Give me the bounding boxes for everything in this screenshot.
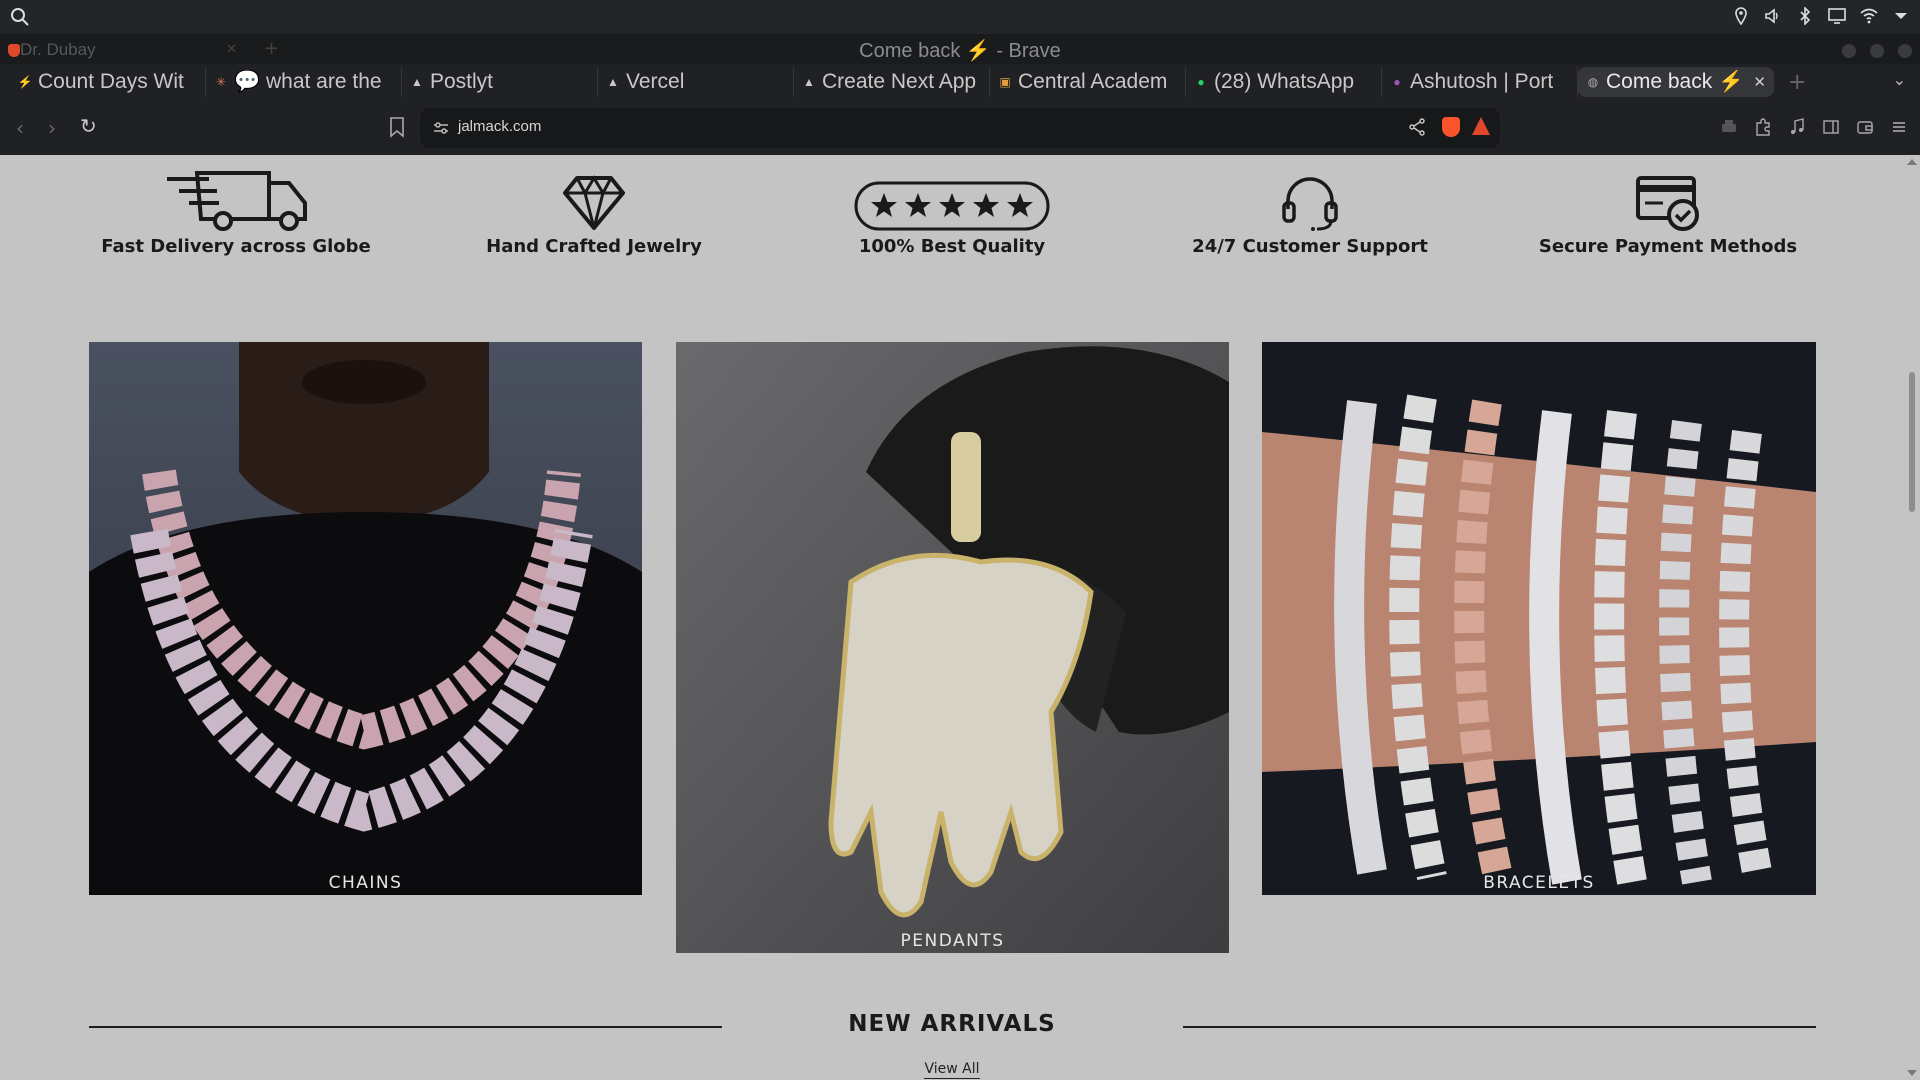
tab-create-next-app[interactable]: ▲ Create Next App bbox=[794, 67, 990, 97]
web-page: Fast Delivery across Globe Hand Crafted … bbox=[0, 155, 1904, 1080]
feature-label: 24/7 Customer Support bbox=[1192, 236, 1428, 257]
media-icon[interactable] bbox=[1788, 118, 1806, 136]
tab-label: 💬 what are the bbox=[234, 70, 382, 93]
brave-shields-icon[interactable] bbox=[1442, 117, 1460, 137]
wallet-icon[interactable] bbox=[1856, 118, 1874, 136]
address-bar[interactable]: jalmack.com bbox=[420, 108, 1500, 148]
tab-whatsapp[interactable]: ● (28) WhatsApp bbox=[1186, 67, 1382, 97]
feature-customer-support: 24/7 Customer Support bbox=[1150, 161, 1470, 257]
browser-title-bar: Dr. Dubay ✕ + Come back ⚡ - Brave bbox=[0, 34, 1920, 64]
window-controls bbox=[1842, 44, 1912, 58]
wifi-icon[interactable] bbox=[1860, 7, 1878, 25]
close-window-button[interactable] bbox=[1898, 44, 1912, 58]
diamond-icon bbox=[563, 175, 625, 230]
features-row: Fast Delivery across Globe Hand Crafted … bbox=[0, 155, 1904, 275]
count-days-icon: ⚡ bbox=[17, 75, 33, 89]
maximize-button[interactable] bbox=[1870, 44, 1884, 58]
new-arrivals-heading: NEW ARRIVALS bbox=[848, 1011, 1056, 1037]
os-top-bar bbox=[0, 0, 1920, 34]
whatsapp-icon: ● bbox=[1197, 75, 1205, 89]
vercel-icon: ▲ bbox=[411, 75, 423, 89]
tab-claude[interactable]: ✳ 💬 what are the bbox=[206, 67, 402, 97]
portfolio-icon: ● bbox=[1393, 75, 1401, 89]
tab-label: Vercel bbox=[626, 70, 685, 93]
search-icon[interactable] bbox=[10, 7, 30, 27]
tab-portfolio[interactable]: ● Ashutosh | Port bbox=[1382, 67, 1578, 97]
feature-label: 100% Best Quality bbox=[858, 236, 1046, 257]
category-card-pendants[interactable]: PENDANTS bbox=[676, 342, 1229, 953]
window-title: Come back ⚡ - Brave bbox=[859, 40, 1061, 62]
print-icon[interactable] bbox=[1720, 118, 1738, 136]
feature-label: Fast Delivery across Globe bbox=[101, 236, 371, 257]
category-label: PENDANTS bbox=[900, 931, 1005, 951]
scroll-down-icon[interactable] bbox=[1907, 1070, 1917, 1076]
category-card-chains[interactable]: CHAINS bbox=[89, 342, 642, 895]
jalmack-icon: ◍ bbox=[1587, 75, 1599, 89]
tab-vercel[interactable]: ▲ Vercel bbox=[598, 67, 794, 97]
brave-rewards-icon[interactable] bbox=[1472, 117, 1490, 135]
bluetooth-icon[interactable] bbox=[1796, 7, 1814, 25]
feature-secure-payment: Secure Payment Methods bbox=[1508, 161, 1828, 257]
tab-label: Central Academ bbox=[1018, 70, 1168, 93]
scroll-up-icon[interactable] bbox=[1907, 159, 1917, 165]
view-all-link[interactable]: View All bbox=[924, 1061, 980, 1079]
extensions-icon[interactable] bbox=[1754, 118, 1772, 136]
five-stars-icon bbox=[854, 181, 1050, 231]
tab-label: Create Next App bbox=[822, 70, 977, 93]
chains-image bbox=[89, 342, 642, 895]
scrollbar-thumb[interactable] bbox=[1909, 372, 1915, 512]
tab-label: Come back ⚡ bbox=[1606, 70, 1740, 93]
feature-label: Hand Crafted Jewelry bbox=[486, 236, 702, 257]
sidebar-icon[interactable] bbox=[1822, 118, 1840, 136]
volume-icon[interactable] bbox=[1764, 7, 1782, 25]
new-tab-button[interactable]: + bbox=[1788, 70, 1806, 95]
claude-icon: ✳ bbox=[215, 75, 227, 89]
display-icon[interactable] bbox=[1828, 7, 1846, 25]
system-tray bbox=[1732, 7, 1910, 25]
share-icon[interactable] bbox=[1408, 118, 1426, 136]
headset-icon bbox=[1282, 177, 1338, 231]
delivery-truck-icon bbox=[167, 171, 307, 231]
tab-label: Ashutosh | Port bbox=[1410, 70, 1554, 93]
url-text[interactable]: jalmack.com bbox=[458, 118, 541, 135]
forward-button[interactable]: › bbox=[48, 116, 56, 140]
vercel-icon: ▲ bbox=[803, 75, 815, 89]
vercel-icon: ▲ bbox=[607, 75, 619, 89]
browser-toolbar: ‹ › ↻ jalmack.com bbox=[0, 100, 1920, 155]
reload-button[interactable]: ↻ bbox=[80, 114, 97, 138]
category-card-bracelets[interactable]: BRACELETS bbox=[1262, 342, 1816, 895]
feature-hand-crafted: Hand Crafted Jewelry bbox=[434, 161, 754, 257]
tab-postlyt[interactable]: ▲ Postlyt bbox=[402, 67, 598, 97]
tab-central-academy[interactable]: ▣ Central Academ bbox=[990, 67, 1186, 97]
category-label: CHAINS bbox=[328, 873, 403, 893]
tab-count-days[interactable]: ⚡ Count Days Wit bbox=[10, 67, 206, 97]
category-label: BRACELETS bbox=[1483, 873, 1595, 893]
pendants-image bbox=[676, 342, 1229, 953]
secure-payment-icon bbox=[1636, 176, 1699, 231]
feature-best-quality: 100% Best Quality bbox=[792, 161, 1112, 257]
toolbar-actions bbox=[1720, 118, 1908, 136]
tray-menu-chevron-icon[interactable] bbox=[1892, 7, 1910, 25]
view-all-container: View All bbox=[0, 1061, 1904, 1079]
tab-label: (28) WhatsApp bbox=[1214, 70, 1355, 93]
tab-label: Count Days Wit bbox=[38, 70, 184, 93]
minimize-button[interactable] bbox=[1842, 44, 1856, 58]
tab-strip: ⚡ Count Days Wit ✳ 💬 what are the ▲ Post… bbox=[0, 64, 1920, 100]
site-settings-icon[interactable] bbox=[432, 119, 450, 137]
location-icon[interactable] bbox=[1732, 7, 1750, 25]
tab-list-chevron-icon[interactable]: ⌄ bbox=[1893, 70, 1906, 89]
close-tab-icon[interactable]: ✕ bbox=[1753, 73, 1766, 91]
tab-label: Postlyt bbox=[430, 70, 494, 93]
bracelets-image bbox=[1262, 342, 1816, 895]
feature-fast-delivery: Fast Delivery across Globe bbox=[76, 161, 396, 257]
page-scrollbar[interactable] bbox=[1904, 155, 1920, 1080]
menu-icon[interactable] bbox=[1890, 118, 1908, 136]
tab-jalmack-active[interactable]: ◍ Come back ⚡ ✕ bbox=[1578, 67, 1774, 97]
back-button[interactable]: ‹ bbox=[16, 116, 24, 140]
bookmark-icon[interactable] bbox=[388, 116, 406, 138]
feature-label: Secure Payment Methods bbox=[1538, 236, 1798, 257]
academy-icon: ▣ bbox=[999, 75, 1011, 89]
